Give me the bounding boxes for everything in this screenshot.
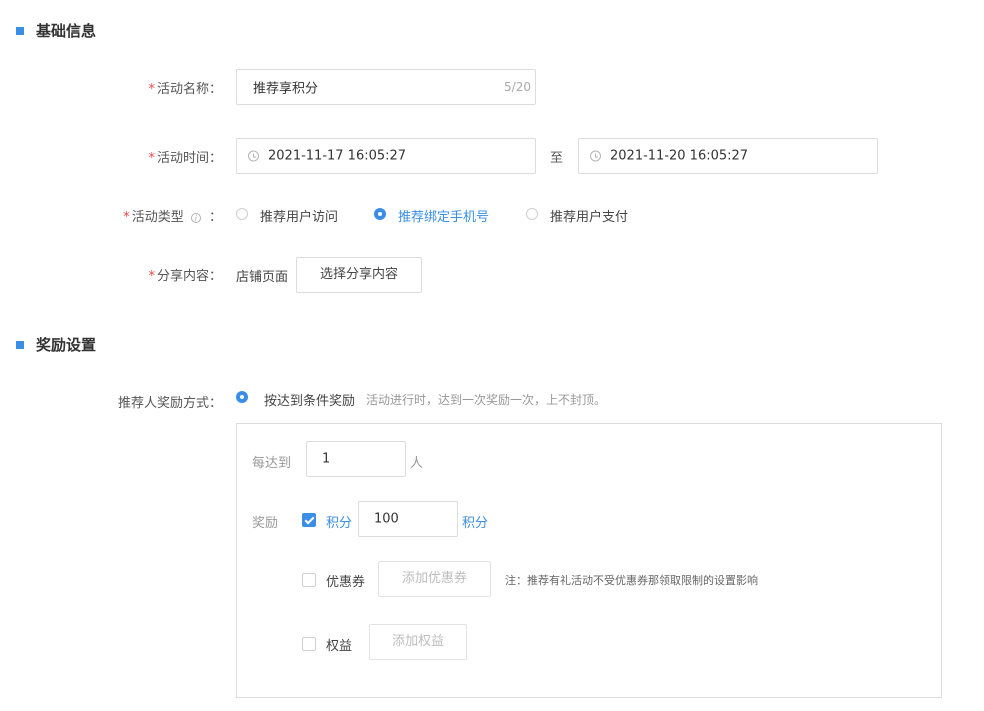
points-unit: 积分 [462,516,489,531]
coupon-checkbox[interactable] [302,573,316,587]
type-option-label: 推荐用户访问 [260,210,339,225]
section-title-reward: 奖励设置 [36,336,97,354]
radio-icon [526,208,538,220]
reward-method-option-label: 按达到条件奖励 [264,394,356,409]
start-time-value: 2021-11-17 16:05:27 [268,148,407,164]
clock-icon [248,150,259,162]
start-time-picker[interactable]: 2021-11-17 16:05:27 [236,138,536,174]
every-reach-input[interactable]: 1 [306,441,406,477]
referrer-reward-method-label: 推荐人奖励方式： [117,396,222,411]
activity-type-label: * 活动类型 i ： [123,210,222,225]
share-content-value: 店铺页面 [236,270,289,285]
info-icon[interactable]: i [190,212,201,223]
points-checkbox[interactable] [302,513,316,527]
type-option-label: 推荐绑定手机号 [398,210,490,225]
every-reach-value: 1 [322,451,331,467]
activity-name-value: 推荐享积分 [253,81,319,97]
every-reach-label: 每达到 [252,456,292,471]
end-time-picker[interactable]: 2021-11-20 16:05:27 [578,138,878,174]
add-coupon-button[interactable]: 添加优惠券 [378,561,491,597]
reward-method-desc: 活动进行时，达到一次奖励一次，上不封顶。 [366,393,607,407]
reward-label: 奖励 [252,516,279,531]
coupon-label: 优惠券 [326,575,366,590]
char-counter: 5/20 [504,80,531,94]
coupon-note: 注：推荐有礼活动不受优惠券那领取限制的设置影响 [505,574,758,587]
end-time-value: 2021-11-20 16:05:27 [610,148,749,164]
add-rights-button[interactable]: 添加权益 [369,624,467,660]
section-title-basic: 基础信息 [36,22,97,40]
section-marker [16,341,24,349]
radio-icon [236,208,248,220]
points-value: 100 [374,511,399,527]
reward-config-panel: 每达到 1 人 奖励 积分 100 积分 优惠券 添加优惠券 注：推荐有礼活动不… [236,423,942,698]
share-content-label: * 分享内容： [148,269,222,284]
points-input[interactable]: 100 [358,501,458,537]
points-label: 积分 [326,516,353,531]
activity-name-label: * 活动名称： [148,82,222,97]
select-share-content-button[interactable]: 选择分享内容 [296,257,422,293]
rights-label: 权益 [326,639,353,654]
section-marker [16,27,24,35]
rights-checkbox[interactable] [302,637,316,651]
range-separator: 至 [550,151,564,166]
required-mark: * [148,82,155,97]
type-option-label: 推荐用户支付 [550,210,629,225]
clock-icon [590,150,601,162]
activity-time-label: * 活动时间： [148,151,222,166]
radio-selected-icon [374,208,386,220]
activity-name-input[interactable]: 推荐享积分 5/20 [236,69,536,105]
every-reach-unit: 人 [410,456,424,471]
radio-selected-icon [236,391,248,403]
